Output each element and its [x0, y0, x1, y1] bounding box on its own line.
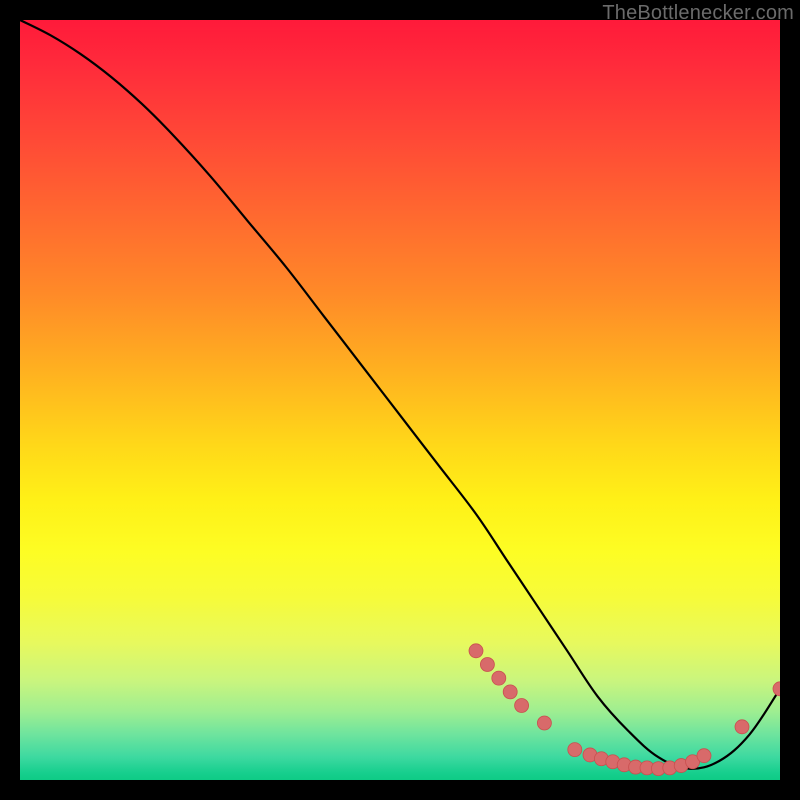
data-marker [469, 644, 483, 658]
data-marker [503, 685, 517, 699]
watermark-text: TheBottlenecker.com [602, 2, 794, 25]
chart-overlay-svg [20, 20, 780, 780]
data-marker [773, 682, 780, 696]
data-marker [537, 716, 551, 730]
data-marker [480, 657, 494, 671]
data-marker [697, 749, 711, 763]
data-marker [568, 743, 582, 757]
chart-plot-area [20, 20, 780, 780]
data-marker [492, 671, 506, 685]
chart-stage: TheBottlenecker.com [0, 0, 800, 800]
bottleneck-curve [20, 20, 780, 769]
data-marker [735, 720, 749, 734]
data-marker [515, 699, 529, 713]
marker-group [469, 644, 780, 776]
